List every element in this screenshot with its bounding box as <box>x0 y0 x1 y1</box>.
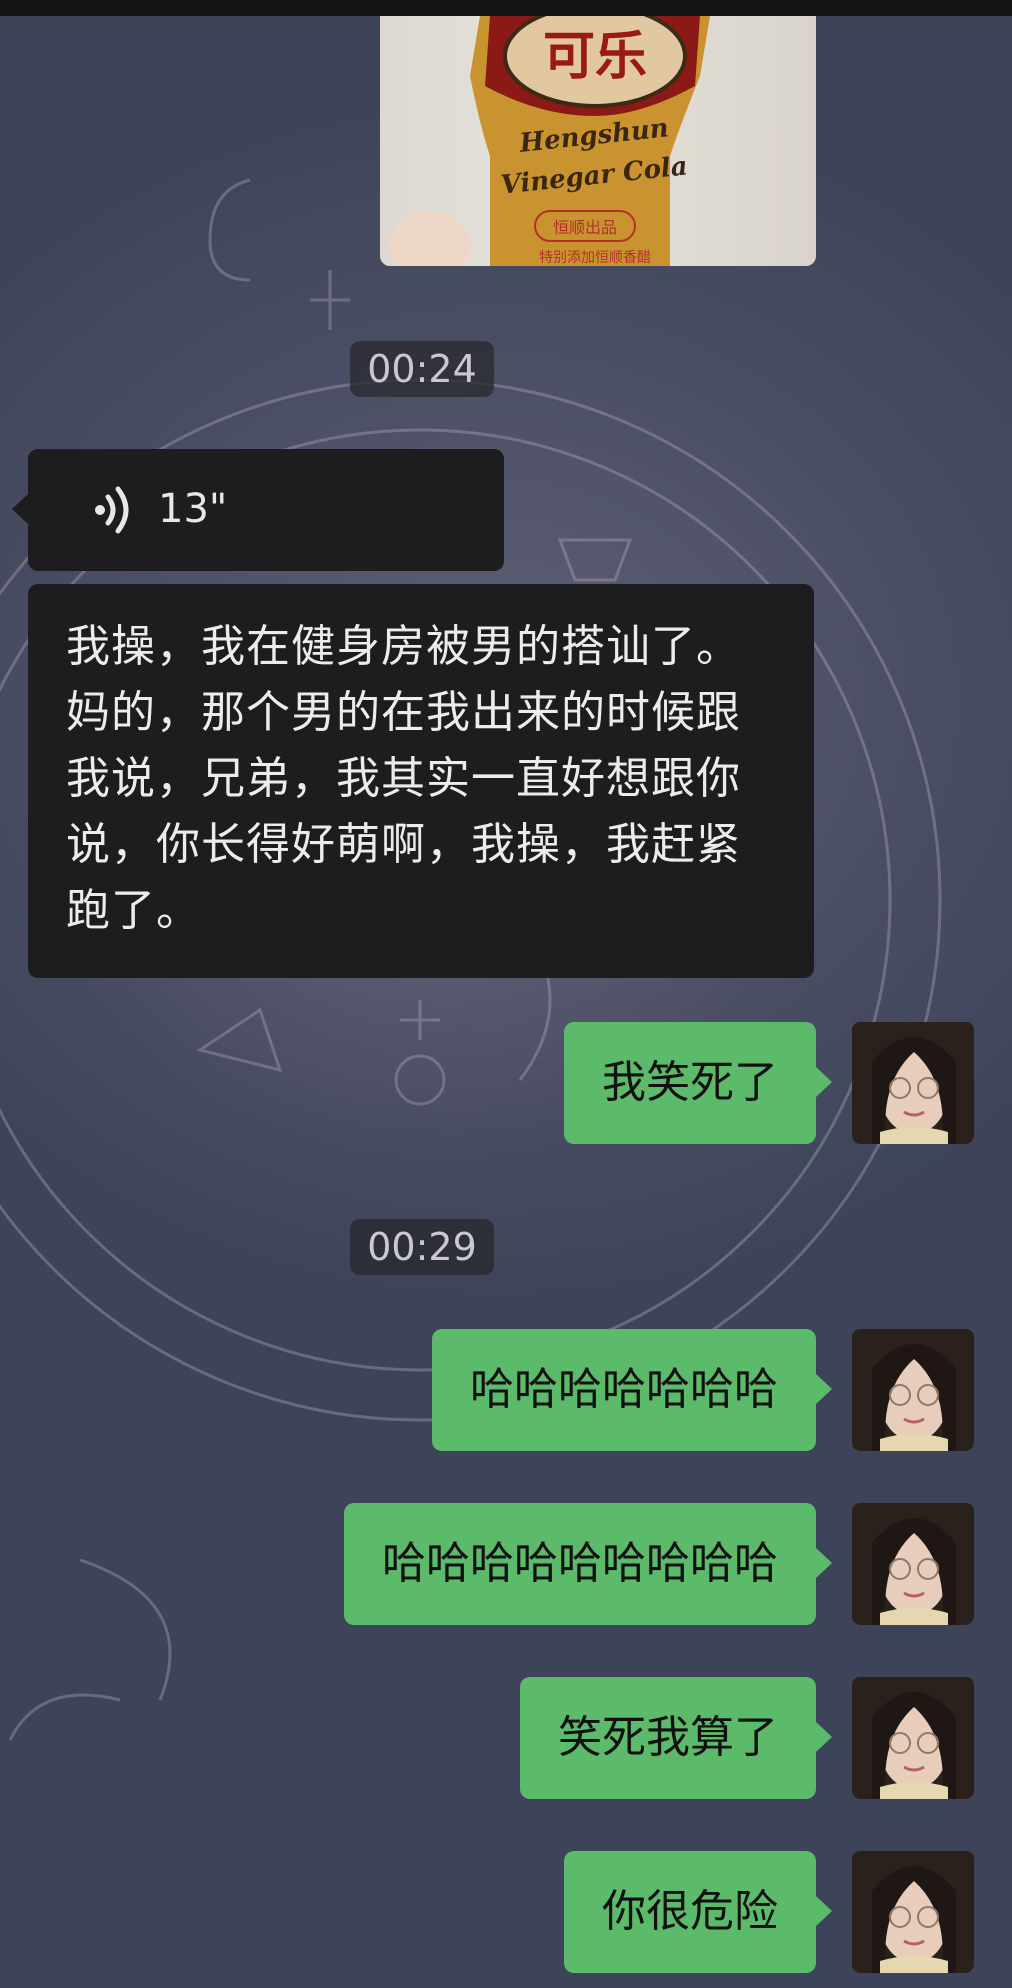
avatar[interactable] <box>852 1677 974 1799</box>
incoming-text-message[interactable]: 我操，我在健身房被男的搭讪了。妈的，那个男的在我出来的时候跟我说，兄弟，我其实一… <box>28 584 814 978</box>
shared-photo[interactable]: 可乐 Hengshun Vinegar Cola 恒顺出品 特别添加恒顺香醋 <box>380 16 816 266</box>
voice-duration: 13" <box>158 486 228 532</box>
timestamp: 00:24 <box>350 341 494 397</box>
outgoing-message[interactable]: 笑死我算了 <box>520 1677 832 1799</box>
avatar[interactable] <box>852 1503 974 1625</box>
outgoing-message[interactable]: 我笑死了 <box>564 1022 832 1144</box>
outgoing-message-row: 笑死我算了 <box>0 1677 1012 1799</box>
voice-wave-icon <box>95 486 129 534</box>
product-badge: 恒顺出品 <box>553 218 617 237</box>
outgoing-message[interactable]: 你很危险 <box>564 1851 832 1973</box>
product-title-cn: 可乐 <box>543 26 647 87</box>
outgoing-message-row: 哈哈哈哈哈哈哈 <box>0 1329 1012 1451</box>
outgoing-message-row: 哈哈哈哈哈哈哈哈哈 <box>0 1503 1012 1625</box>
outgoing-message[interactable]: 哈哈哈哈哈哈哈 <box>432 1329 832 1451</box>
avatar[interactable] <box>852 1851 974 1973</box>
outgoing-message-row: 你很危险 <box>0 1851 1012 1973</box>
product-small-text: 特别添加恒顺香醋 <box>539 250 651 266</box>
outgoing-message-row: 我笑死了 <box>0 1022 1012 1144</box>
outgoing-message[interactable]: 哈哈哈哈哈哈哈哈哈 <box>344 1503 832 1625</box>
avatar[interactable] <box>852 1329 974 1451</box>
avatar[interactable] <box>852 1022 974 1144</box>
voice-message[interactable]: 13" <box>12 449 504 571</box>
timestamp: 00:29 <box>350 1219 494 1275</box>
